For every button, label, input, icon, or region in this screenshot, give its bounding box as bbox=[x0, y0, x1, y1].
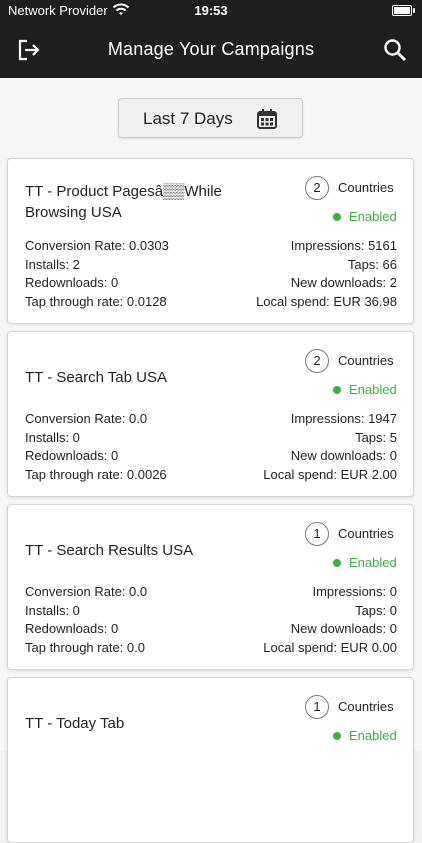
local-spend: Local spend: EUR 2.00 bbox=[263, 466, 397, 482]
campaign-name: TT - Product Pagesâ▒▒While Browsing USA bbox=[25, 183, 222, 221]
campaign-card[interactable]: TT - Search Results USA 1 Countries Enab… bbox=[7, 504, 414, 670]
metrics-right: Impressions: 5161 Taps: 66 New downloads… bbox=[256, 237, 397, 311]
campaign-name: TT - Today Tab bbox=[25, 715, 125, 732]
new-downloads: New downloads: 2 bbox=[290, 275, 397, 290]
countries-label: Countries bbox=[338, 526, 394, 541]
taps: Taps: 0 bbox=[355, 602, 397, 618]
redownloads: Redownloads: 0 bbox=[25, 621, 119, 636]
metrics-right: Impressions: 1947 Taps: 5 New downloads:… bbox=[263, 410, 397, 484]
redownloads: Redownloads: 0 bbox=[25, 275, 119, 290]
date-range-button[interactable]: Last 7 Days bbox=[118, 98, 303, 138]
campaign-name: TT - Search Tab USA bbox=[25, 369, 168, 386]
status-dot bbox=[333, 213, 341, 221]
status-bar: Network Provider 19:53 bbox=[0, 0, 422, 22]
metrics-left: Conversion Rate: 0.0 Installs: 0 Redownl… bbox=[25, 583, 147, 657]
tap-through-rate: Tap through rate: 0.0 bbox=[25, 639, 145, 655]
conversion-rate: Conversion Rate: 0.0303 bbox=[25, 238, 169, 253]
impressions: Impressions: 1947 bbox=[290, 411, 397, 426]
status-dot bbox=[333, 559, 341, 567]
country-count-badge: 2 bbox=[305, 349, 329, 373]
status-label: Enabled bbox=[349, 382, 397, 397]
taps: Taps: 5 bbox=[355, 429, 397, 445]
local-spend: Local spend: EUR 36.98 bbox=[256, 293, 397, 309]
date-range-label: Last 7 Days bbox=[143, 109, 233, 128]
countries-label: Countries bbox=[338, 353, 394, 368]
battery-icon bbox=[392, 5, 415, 16]
installs: Installs: 0 bbox=[25, 429, 80, 445]
tap-through-rate: Tap through rate: 0.0128 bbox=[25, 293, 167, 309]
conversion-rate: Conversion Rate: 0.0 bbox=[25, 411, 148, 426]
redownloads: Redownloads: 0 bbox=[25, 448, 119, 463]
countries-label: Countries bbox=[338, 180, 394, 195]
campaign-list: Last 7 Days TT - Product Pagesâ▒▒While B… bbox=[0, 78, 422, 843]
status-label: Enabled bbox=[349, 728, 397, 743]
campaign-name: TT - Search Results USA bbox=[25, 542, 194, 559]
impressions: Impressions: 5161 bbox=[290, 238, 397, 253]
installs: Installs: 0 bbox=[25, 602, 80, 618]
tap-through-rate: Tap through rate: 0.0026 bbox=[25, 466, 167, 482]
campaign-card[interactable]: TT - Search Tab USA 2 Countries Enabled … bbox=[7, 331, 414, 497]
status-dot bbox=[333, 386, 341, 394]
clock: 19:53 bbox=[194, 3, 228, 18]
app-bar: Manage Your Campaigns bbox=[0, 22, 422, 78]
new-downloads: New downloads: 0 bbox=[290, 621, 397, 636]
taps: Taps: 66 bbox=[347, 256, 397, 272]
metrics-right: Impressions: 0 Taps: 0 New downloads: 0 … bbox=[263, 583, 397, 657]
countries-label: Countries bbox=[338, 699, 394, 714]
status-label: Enabled bbox=[349, 555, 397, 570]
installs: Installs: 2 bbox=[25, 256, 80, 272]
new-downloads: New downloads: 0 bbox=[290, 448, 397, 463]
country-count-badge: 2 bbox=[305, 176, 329, 200]
conversion-rate: Conversion Rate: 0.0 bbox=[25, 584, 148, 599]
campaign-card[interactable]: TT - Today Tab 1 Countries Enabled bbox=[7, 677, 414, 843]
country-count-badge: 1 bbox=[305, 522, 329, 546]
page-title: Manage Your Campaigns bbox=[107, 39, 315, 59]
calendar-icon bbox=[256, 108, 278, 130]
impressions: Impressions: 0 bbox=[312, 584, 397, 599]
campaign-card[interactable]: TT - Product Pagesâ▒▒While Browsing USA … bbox=[7, 158, 414, 324]
local-spend: Local spend: EUR 0.00 bbox=[263, 639, 397, 655]
status-dot bbox=[333, 732, 341, 740]
metrics-left: Conversion Rate: 0.0303 Installs: 2 Redo… bbox=[25, 237, 169, 311]
status-label: Enabled bbox=[349, 209, 397, 224]
metrics-left: Conversion Rate: 0.0 Installs: 0 Redownl… bbox=[25, 410, 167, 484]
country-count-badge: 1 bbox=[305, 695, 329, 719]
search-icon[interactable] bbox=[382, 37, 408, 63]
